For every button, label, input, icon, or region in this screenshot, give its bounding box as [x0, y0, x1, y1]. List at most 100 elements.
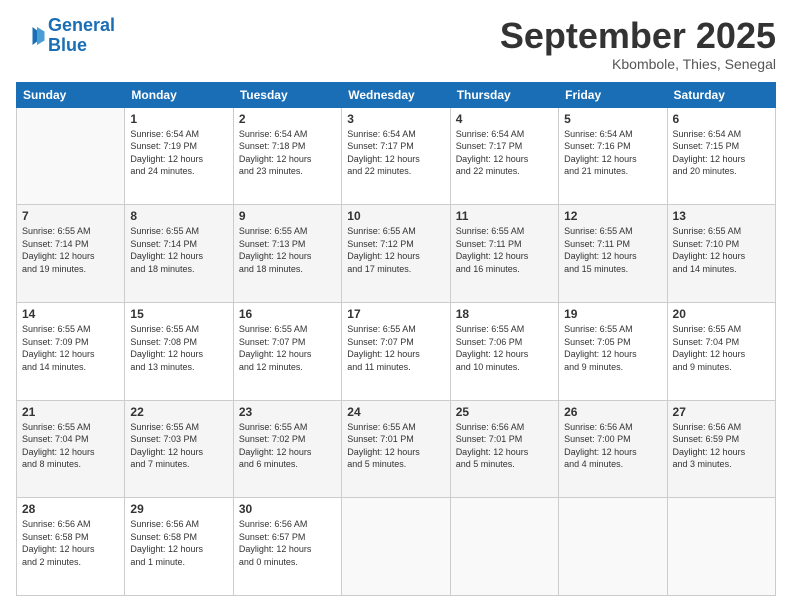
day-info: Sunrise: 6:56 AM Sunset: 6:58 PM Dayligh…	[22, 518, 119, 568]
month-title: September 2025	[500, 16, 776, 56]
day-info: Sunrise: 6:56 AM Sunset: 6:58 PM Dayligh…	[130, 518, 227, 568]
day-number: 3	[347, 112, 444, 126]
calendar-cell: 8Sunrise: 6:55 AM Sunset: 7:14 PM Daylig…	[125, 205, 233, 303]
day-number: 1	[130, 112, 227, 126]
day-info: Sunrise: 6:55 AM Sunset: 7:12 PM Dayligh…	[347, 225, 444, 275]
logo-icon	[16, 21, 46, 51]
calendar-cell	[342, 498, 450, 596]
day-info: Sunrise: 6:55 AM Sunset: 7:07 PM Dayligh…	[347, 323, 444, 373]
calendar-cell: 26 Sunrise: 6:56 AM Sunset: 7:00 PM Dayli…	[559, 400, 667, 498]
day-info: Sunrise: 6:55 AM Sunset: 7:04 PM Dayligh…	[673, 323, 770, 373]
col-thursday: Thursday	[450, 82, 558, 107]
day-number: 26	[564, 405, 661, 419]
calendar-cell: 11 Sunrise: 6:55 AM Sunset: 7:11 PM Dayli…	[450, 205, 558, 303]
day-info: Sunrise: 6:54 AM Sunset: 7:15 PM Dayligh…	[673, 128, 770, 178]
logo: General Blue	[16, 16, 115, 56]
day-number: 14	[22, 307, 119, 321]
calendar-cell: 4 Sunrise: 6:54 AM Sunset: 7:17 PM Daylig…	[450, 107, 558, 205]
calendar-table: Sunday Monday Tuesday Wednesday Thursday…	[16, 82, 776, 596]
day-number: 19	[564, 307, 661, 321]
calendar-cell: 14 Sunrise: 6:55 AM Sunset: 7:09 PM Dayli…	[17, 302, 125, 400]
day-info: Sunrise: 6:55 AM Sunset: 7:10 PM Dayligh…	[673, 225, 770, 275]
day-info: Sunrise: 6:55 AM Sunset: 7:14 PM Dayligh…	[22, 225, 119, 275]
day-number: 11	[456, 209, 553, 223]
day-info: Sunrise: 6:54 AM Sunset: 7:16 PM Dayligh…	[564, 128, 661, 178]
day-number: 18	[456, 307, 553, 321]
day-number: 23	[239, 405, 336, 419]
calendar-cell: 22Sunrise: 6:55 AM Sunset: 7:03 PM Dayli…	[125, 400, 233, 498]
day-info: Sunrise: 6:56 AM Sunset: 6:59 PM Dayligh…	[673, 421, 770, 471]
day-info: Sunrise: 6:54 AM Sunset: 7:17 PM Dayligh…	[347, 128, 444, 178]
calendar-cell: 23 Sunrise: 6:55 AM Sunset: 7:02 PM Dayli…	[233, 400, 341, 498]
day-number: 29	[130, 502, 227, 516]
calendar-cell: 7 Sunrise: 6:55 AM Sunset: 7:14 PM Daylig…	[17, 205, 125, 303]
day-info: Sunrise: 6:56 AM Sunset: 7:01 PM Dayligh…	[456, 421, 553, 471]
day-info: Sunrise: 6:55 AM Sunset: 7:11 PM Dayligh…	[456, 225, 553, 275]
calendar-cell: 12 Sunrise: 6:55 AM Sunset: 7:11 PM Dayli…	[559, 205, 667, 303]
day-number: 21	[22, 405, 119, 419]
calendar-cell: 25 Sunrise: 6:56 AM Sunset: 7:01 PM Dayli…	[450, 400, 558, 498]
page: General Blue September 2025 Kbombole, Th…	[0, 0, 792, 612]
day-number: 15	[130, 307, 227, 321]
calendar-cell	[559, 498, 667, 596]
calendar-cell: 18 Sunrise: 6:55 AM Sunset: 7:06 PM Dayli…	[450, 302, 558, 400]
day-info: Sunrise: 6:55 AM Sunset: 7:02 PM Dayligh…	[239, 421, 336, 471]
location-subtitle: Kbombole, Thies, Senegal	[500, 56, 776, 72]
day-number: 12	[564, 209, 661, 223]
calendar-cell: 24 Sunrise: 6:55 AM Sunset: 7:01 PM Dayli…	[342, 400, 450, 498]
calendar-cell: 5 Sunrise: 6:54 AM Sunset: 7:16 PM Daylig…	[559, 107, 667, 205]
title-block: September 2025 Kbombole, Thies, Senegal	[500, 16, 776, 72]
day-number: 25	[456, 405, 553, 419]
calendar-cell: 19 Sunrise: 6:55 AM Sunset: 7:05 PM Dayli…	[559, 302, 667, 400]
header: General Blue September 2025 Kbombole, Th…	[16, 16, 776, 72]
calendar-header-row: Sunday Monday Tuesday Wednesday Thursday…	[17, 82, 776, 107]
calendar-cell: 27Sunrise: 6:56 AM Sunset: 6:59 PM Dayli…	[667, 400, 775, 498]
day-info: Sunrise: 6:55 AM Sunset: 7:07 PM Dayligh…	[239, 323, 336, 373]
day-info: Sunrise: 6:55 AM Sunset: 7:05 PM Dayligh…	[564, 323, 661, 373]
day-info: Sunrise: 6:55 AM Sunset: 7:08 PM Dayligh…	[130, 323, 227, 373]
day-number: 5	[564, 112, 661, 126]
col-tuesday: Tuesday	[233, 82, 341, 107]
day-info: Sunrise: 6:55 AM Sunset: 7:09 PM Dayligh…	[22, 323, 119, 373]
calendar-cell: 21Sunrise: 6:55 AM Sunset: 7:04 PM Dayli…	[17, 400, 125, 498]
day-info: Sunrise: 6:55 AM Sunset: 7:11 PM Dayligh…	[564, 225, 661, 275]
logo-text: General Blue	[48, 16, 115, 56]
logo-line2: Blue	[48, 35, 87, 55]
calendar-cell: 30Sunrise: 6:56 AM Sunset: 6:57 PM Dayli…	[233, 498, 341, 596]
day-number: 22	[130, 405, 227, 419]
day-number: 13	[673, 209, 770, 223]
calendar-cell: 15 Sunrise: 6:55 AM Sunset: 7:08 PM Dayli…	[125, 302, 233, 400]
calendar-cell	[17, 107, 125, 205]
day-info: Sunrise: 6:54 AM Sunset: 7:19 PM Dayligh…	[130, 128, 227, 178]
day-number: 6	[673, 112, 770, 126]
day-number: 16	[239, 307, 336, 321]
col-friday: Friday	[559, 82, 667, 107]
calendar-week-row-2: 7 Sunrise: 6:55 AM Sunset: 7:14 PM Daylig…	[17, 205, 776, 303]
calendar-cell: 28 Sunrise: 6:56 AM Sunset: 6:58 PM Dayli…	[17, 498, 125, 596]
day-number: 28	[22, 502, 119, 516]
calendar-cell	[450, 498, 558, 596]
day-number: 20	[673, 307, 770, 321]
day-number: 4	[456, 112, 553, 126]
calendar-cell: 29 Sunrise: 6:56 AM Sunset: 6:58 PM Dayli…	[125, 498, 233, 596]
day-info: Sunrise: 6:55 AM Sunset: 7:01 PM Dayligh…	[347, 421, 444, 471]
calendar-cell: 10Sunrise: 6:55 AM Sunset: 7:12 PM Dayli…	[342, 205, 450, 303]
calendar-week-row-4: 21Sunrise: 6:55 AM Sunset: 7:04 PM Dayli…	[17, 400, 776, 498]
calendar-cell: 20 Sunrise: 6:55 AM Sunset: 7:04 PM Dayli…	[667, 302, 775, 400]
day-number: 24	[347, 405, 444, 419]
day-number: 7	[22, 209, 119, 223]
calendar-cell: 1 Sunrise: 6:54 AM Sunset: 7:19 PM Daylig…	[125, 107, 233, 205]
day-info: Sunrise: 6:55 AM Sunset: 7:06 PM Dayligh…	[456, 323, 553, 373]
day-info: Sunrise: 6:56 AM Sunset: 6:57 PM Dayligh…	[239, 518, 336, 568]
day-number: 9	[239, 209, 336, 223]
col-sunday: Sunday	[17, 82, 125, 107]
day-info: Sunrise: 6:55 AM Sunset: 7:13 PM Dayligh…	[239, 225, 336, 275]
logo-line1: General	[48, 15, 115, 35]
calendar-cell: 6 Sunrise: 6:54 AM Sunset: 7:15 PM Daylig…	[667, 107, 775, 205]
day-info: Sunrise: 6:56 AM Sunset: 7:00 PM Dayligh…	[564, 421, 661, 471]
calendar-week-row-5: 28 Sunrise: 6:56 AM Sunset: 6:58 PM Dayli…	[17, 498, 776, 596]
day-number: 8	[130, 209, 227, 223]
col-wednesday: Wednesday	[342, 82, 450, 107]
day-info: Sunrise: 6:54 AM Sunset: 7:17 PM Dayligh…	[456, 128, 553, 178]
col-saturday: Saturday	[667, 82, 775, 107]
